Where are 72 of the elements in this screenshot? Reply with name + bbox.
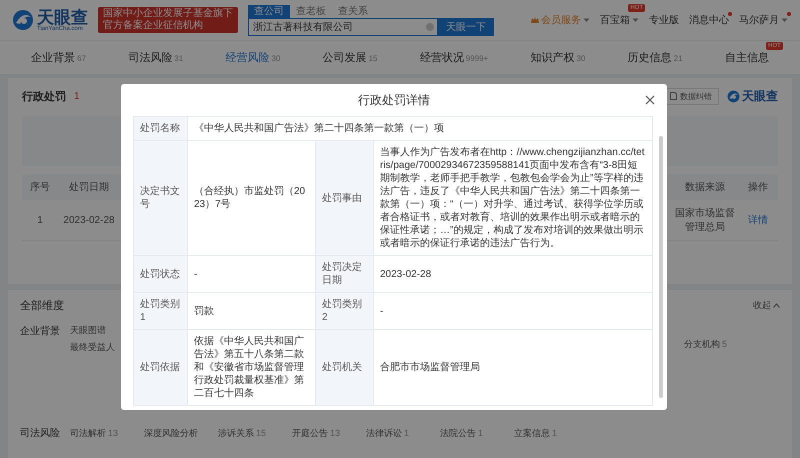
category-tab[interactable]: 经营状况 9999+ bbox=[418, 46, 490, 69]
field-label: 处罚名称 bbox=[134, 117, 188, 141]
field-label: 处罚依据 bbox=[134, 330, 188, 406]
dimension-link[interactable]: 分支机构 5 bbox=[684, 338, 780, 351]
banner-text: 官方备案企业征信机构 bbox=[103, 20, 204, 32]
category-tab[interactable]: 知识产权 30 bbox=[528, 46, 588, 69]
brand-logo-text: 天眼查 bbox=[742, 88, 778, 104]
scrollbar[interactable] bbox=[659, 136, 663, 398]
dimension-link[interactable]: 法院公告 1 bbox=[440, 426, 514, 440]
column-header: 数据来源 bbox=[684, 180, 726, 194]
field-value: 合肥市市场监督管理局 bbox=[374, 330, 653, 406]
search-button[interactable]: 天眼一下 bbox=[438, 18, 494, 36]
dimension-link[interactable]: 涉诉关系 15 bbox=[218, 426, 292, 440]
document-icon bbox=[670, 92, 677, 100]
dialog-title: 行政处罚详情 bbox=[358, 92, 430, 108]
dimension-link[interactable]: 开庭公告 13 bbox=[292, 426, 366, 440]
dimension-link[interactable]: 司法解析 13 bbox=[70, 426, 144, 440]
collapse-button[interactable]: 收起 bbox=[753, 298, 780, 312]
column-header: 处罚日期 bbox=[68, 180, 110, 194]
search-field[interactable]: 浙江古著科技有限公司 bbox=[248, 18, 438, 36]
section-title: 全部维度 bbox=[20, 298, 64, 312]
crown-icon bbox=[531, 16, 539, 24]
nav-link[interactable]: 专业版 bbox=[649, 13, 679, 27]
section-title: 行政处罚 bbox=[22, 90, 66, 104]
caret-icon bbox=[632, 18, 639, 22]
category-tab[interactable]: 司法风险 31 bbox=[126, 46, 186, 69]
dimension-label: 企业背景 bbox=[20, 324, 61, 339]
caret-icon bbox=[773, 302, 780, 308]
table-cell-text: 1 bbox=[36, 214, 44, 226]
search-tab[interactable]: 查公司 bbox=[248, 4, 290, 18]
field-label: 处罚类别2 bbox=[316, 293, 374, 330]
dimension-link[interactable]: 深度风险分析 bbox=[144, 426, 218, 440]
dimension-link[interactable]: 天眼图谱 bbox=[70, 324, 122, 337]
nav-link[interactable]: 会员服务 bbox=[531, 13, 590, 27]
category-tab[interactable]: 公司发展 15 bbox=[320, 46, 380, 69]
search-tab[interactable]: 查老板 bbox=[290, 4, 332, 18]
category-tab[interactable]: 历史信息 21 bbox=[626, 46, 685, 69]
table-cell-text: 国家市场监督管理总局 bbox=[674, 206, 736, 234]
field-label: 处罚状态 bbox=[134, 256, 188, 293]
field-label: 决定书文号 bbox=[134, 141, 188, 256]
dimension-label: 司法风险 bbox=[20, 426, 61, 440]
search-tab[interactable]: 查关系 bbox=[332, 4, 374, 18]
table-cell-text: 2023-02-28 bbox=[62, 214, 116, 226]
clear-icon bbox=[426, 22, 434, 30]
notification-dot bbox=[728, 12, 732, 16]
dimension-link[interactable]: 法律诉讼 1 bbox=[366, 426, 440, 440]
column-header: 操作 bbox=[747, 181, 769, 194]
field-value: 2023-02-28 bbox=[374, 256, 653, 293]
nav-link[interactable]: 马尔萨月 bbox=[739, 13, 788, 27]
banner-text: 国家中小企业发展子基金旗下 bbox=[103, 8, 233, 20]
column-header: 序号 bbox=[29, 180, 51, 194]
nav-link[interactable]: 消息中心 bbox=[689, 13, 729, 27]
field-label: 处罚机关 bbox=[316, 330, 374, 406]
close-button[interactable] bbox=[645, 95, 655, 105]
field-label: 处罚决定日期 bbox=[316, 256, 374, 293]
field-label: 处罚事由 bbox=[316, 141, 374, 256]
close-icon bbox=[645, 95, 655, 105]
dimension-link[interactable]: 立案信息 1 bbox=[514, 426, 588, 440]
section-count: 1 bbox=[74, 90, 80, 102]
field-label: 处罚类别1 bbox=[134, 293, 188, 330]
category-tab[interactable]: 企业背景 67 bbox=[29, 46, 88, 69]
caret-icon bbox=[583, 18, 590, 22]
dimension-link[interactable]: 最终受益人 bbox=[70, 341, 122, 354]
field-value: - bbox=[374, 293, 653, 330]
caret-icon bbox=[781, 18, 788, 22]
notification-dot bbox=[787, 12, 791, 16]
logo-text: 天眼查 bbox=[37, 8, 88, 26]
field-value: 当事人作为广告发布者在http：//www.chengzijianzhan.cc/tetris/page/70002934672359588141页面中发布含有“3-8田短期制教学，老师手把手教学，包教包会学会为止”等字样的违法广告，违反了《中华人民共和国广告法》第二十四条第一款第（一）项：“（一）对升学、通过考试、获得学位学历或者合格证书，或者对教育、培训的效果作出明示或者暗示的保证性承诺；…”的规定，构成了发布对培训的效果做出明示或者暗示的保证行承诺的违法广告行为。 bbox=[374, 141, 653, 256]
logo-icon bbox=[12, 9, 34, 31]
details-link[interactable]: 详情 bbox=[748, 215, 768, 226]
brand-icon bbox=[727, 90, 740, 102]
category-tab[interactable]: 经营风险 30 bbox=[223, 46, 282, 69]
